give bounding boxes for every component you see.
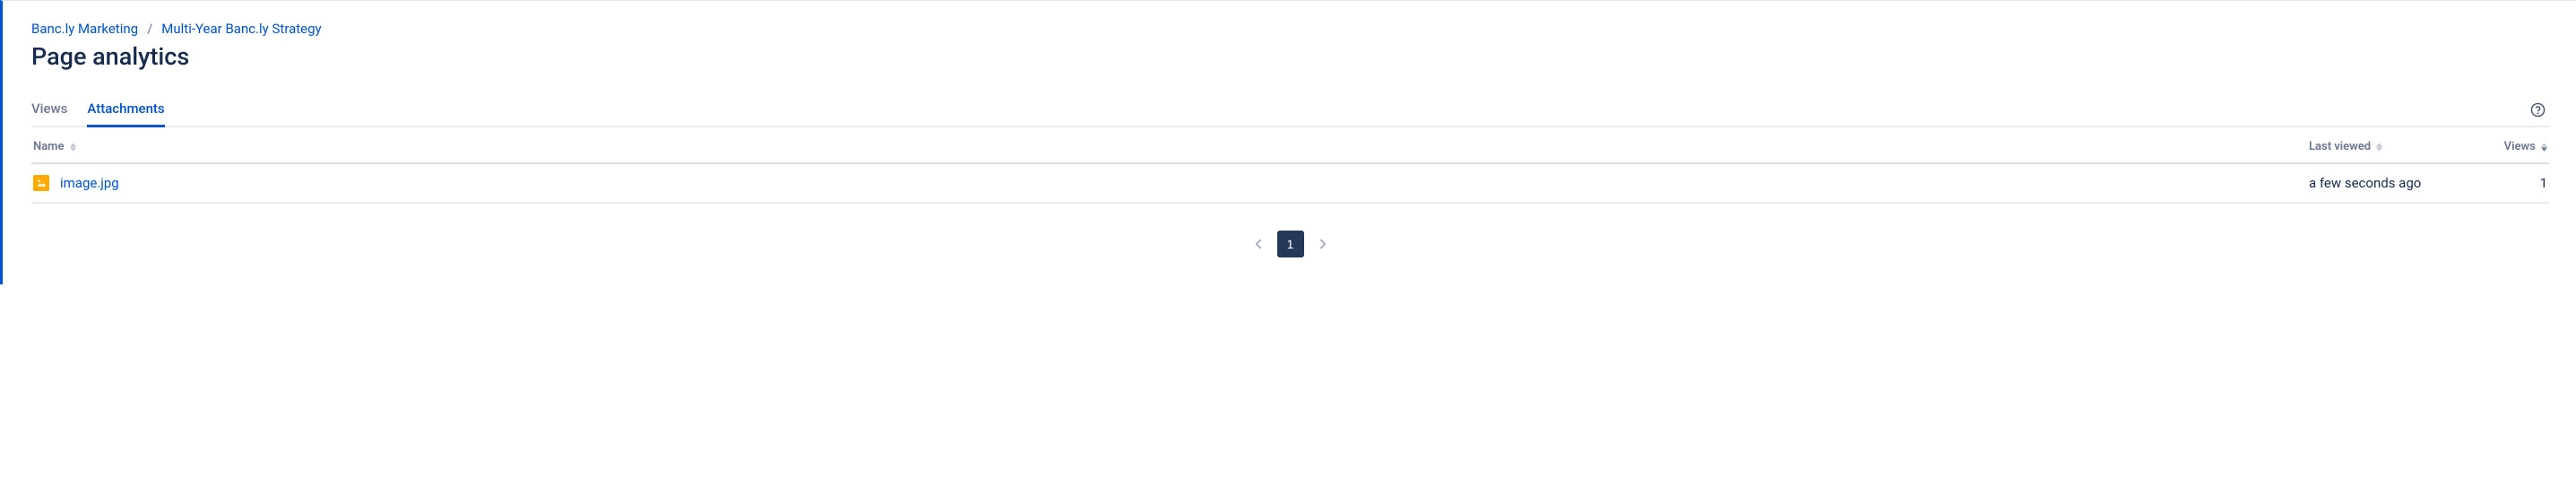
page-title: Page analytics — [31, 42, 2549, 71]
cell-last-viewed: a few seconds ago — [2307, 163, 2468, 203]
pagination-next[interactable] — [1310, 231, 1336, 257]
tabs: Views Attachments — [31, 94, 2527, 126]
table-row: image.jpg a few seconds ago 1 — [31, 163, 2549, 203]
attachments-table: Name Last viewed Views — [31, 127, 2549, 204]
cell-views: 1 — [2468, 163, 2549, 203]
breadcrumb-separator: / — [147, 21, 152, 37]
image-file-icon — [33, 175, 49, 191]
sort-icon — [70, 143, 76, 152]
sort-icon — [2541, 143, 2547, 152]
chevron-right-icon — [1315, 236, 1331, 252]
pagination: 1 — [31, 231, 2549, 257]
help-icon[interactable] — [2527, 99, 2549, 121]
breadcrumb-link-space[interactable]: Banc.ly Marketing — [31, 21, 138, 37]
breadcrumb: Banc.ly Marketing / Multi-Year Banc.ly S… — [31, 21, 2549, 37]
breadcrumb-link-page[interactable]: Multi-Year Banc.ly Strategy — [161, 21, 321, 37]
file-link[interactable]: image.jpg — [60, 175, 119, 191]
tab-attachments[interactable]: Attachments — [87, 94, 164, 127]
column-header-name[interactable]: Name — [31, 127, 2307, 163]
pagination-page-1[interactable]: 1 — [1277, 231, 1304, 257]
column-header-last-viewed[interactable]: Last viewed — [2307, 127, 2468, 163]
column-header-views[interactable]: Views — [2468, 127, 2549, 163]
pagination-prev[interactable] — [1245, 231, 1272, 257]
tab-views[interactable]: Views — [31, 94, 67, 127]
sort-icon — [2376, 143, 2382, 152]
chevron-left-icon — [1250, 236, 1266, 252]
